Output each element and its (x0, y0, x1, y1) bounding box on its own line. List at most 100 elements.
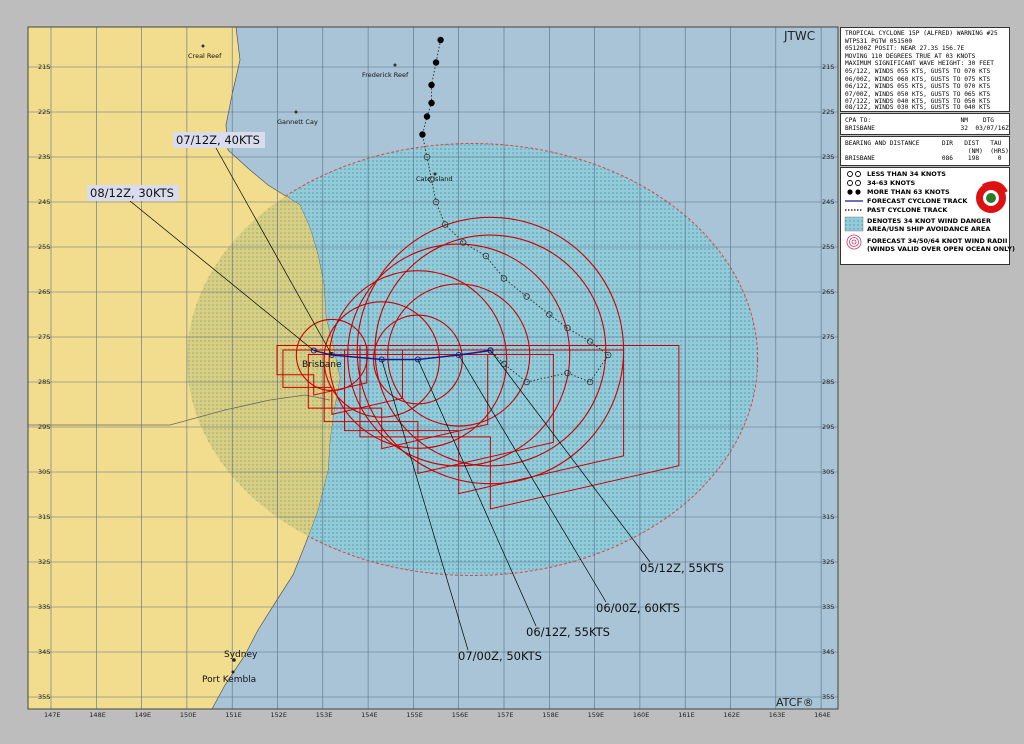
less-than-34-icon (847, 171, 853, 177)
lon-tick-label: 161E (678, 711, 695, 719)
lat-tick-label-right: 23S (822, 153, 834, 161)
lat-tick-label-left: 24S (38, 198, 50, 206)
lat-tick-label-left: 26S (38, 288, 50, 296)
lat-tick-label-right: 27S (822, 333, 834, 341)
tropical-cyclone-warning-map: 147E 148E 149E 150E 151E 152E 153E 154E 155E 156E… (0, 0, 1024, 740)
agency-label: JTWC (783, 29, 815, 43)
legend-wind-radii-1: FORECAST 34/50/64 KNOT WIND RADII (867, 237, 1008, 245)
legend-forecast-track: FORECAST CYCLONE TRACK (867, 197, 968, 205)
lon-tick-label: 155E (406, 711, 423, 719)
lat-tick-label-right: 26S (822, 288, 834, 296)
lat-tick-label-left: 31S (38, 513, 50, 521)
lat-tick-label-left: 22S (38, 108, 50, 116)
forecast-label: 07/12Z, 40KTS (176, 133, 260, 147)
place-port-kembla: Port Kembla (202, 675, 256, 685)
warning-line-2: 051200Z POSIT: NEAR 27.3S 156.7E (845, 45, 965, 53)
past-track-point-64kt (428, 81, 435, 89)
bearing-box: BEARING AND DISTANCE DIR DIST TAU (NM) (… (840, 136, 1010, 166)
past-track-point-64kt (428, 99, 435, 107)
warning-line-7: 06/12Z, WINDS 055 KTS, GUSTS TO 070 KTS (845, 83, 991, 91)
lat-tick-label-left: 30S (38, 468, 50, 476)
warning-title: TROPICAL CYCLONE 15P (ALFRED) WARNING #2… (845, 30, 998, 37)
legend-box: LESS THAN 34 KNOTS 34-63 KNOTS MORE THAN… (840, 167, 1015, 265)
legend-danger-area-1: DENOTES 34 KNOT WIND DANGER (867, 217, 991, 225)
warning-line-5: 05/12Z, WINDS 055 KTS, GUSTS TO 070 KTS (845, 68, 991, 75)
warning-text-box: TROPICAL CYCLONE 15P (ALFRED) WARNING #2… (840, 27, 1010, 112)
lat-tick-label-left: 29S (38, 423, 50, 431)
lon-tick-label: 150E (180, 711, 197, 719)
lon-tick-label: 164E (814, 711, 831, 719)
forecast-label: 07/00Z, 50KTS (458, 649, 542, 663)
legend-34-63: 34-63 KNOTS (867, 179, 916, 187)
lon-tick-label: 153E (316, 711, 333, 719)
legend-wind-radii-2: (WINDS VALID OVER OPEN OCEAN ONLY) (867, 245, 1015, 253)
lat-tick-label-left: 28S (38, 378, 50, 386)
warning-line-4: MAXIMUM SIGNIFICANT WAVE HEIGHT: 30 FEET (845, 60, 995, 68)
place-sydney: Sydney (224, 650, 258, 660)
bearing-units: (NM) (HRS) (845, 147, 1009, 155)
bearing-header: BEARING AND DISTANCE DIR DIST TAU (845, 140, 1002, 147)
cpa-row: BRISBANE 32 03/07/16Z (845, 125, 1009, 132)
legend-past-track: PAST CYCLONE TRACK (867, 206, 948, 214)
34-63-knots-icon (847, 180, 853, 186)
forecast-label: 06/00Z, 60KTS (596, 601, 680, 615)
place-creal-reef: Creal Reef (188, 52, 222, 60)
lon-tick-label: 148E (89, 711, 106, 719)
lat-tick-label-right: 21S (822, 63, 834, 71)
gannett-cay-marker (294, 110, 298, 114)
lon-tick-label: 147E (44, 711, 61, 719)
lat-tick-label-right: 28S (822, 378, 834, 386)
lon-tick-label: 162E (724, 711, 741, 719)
past-track-point-64kt (437, 36, 444, 44)
jtwc-logo-icon (976, 181, 1008, 213)
lon-tick-label: 149E (135, 711, 152, 719)
lon-tick-label: 159E (588, 711, 605, 719)
cpa-box: CPA TO: NM DTG BRISBANE 32 03/07/16Z (840, 113, 1010, 135)
forecast-label: 06/12Z, 55KTS (526, 625, 610, 639)
lat-tick-label-left: 35S (38, 693, 50, 701)
lon-tick-label: 156E (452, 711, 469, 719)
legend-danger-area-2: AREA/USN SHIP AVOIDANCE AREA (867, 225, 991, 233)
bearing-row: BRISBANE 086 198 0 (845, 155, 1002, 162)
lat-tick-label-right: 25S (822, 243, 834, 251)
lon-tick-label: 160E (633, 711, 650, 719)
lon-tick-label: 157E (497, 711, 514, 719)
legend-less-than-34: LESS THAN 34 KNOTS (867, 170, 946, 178)
lat-tick-label-left: 34S (38, 648, 50, 656)
lon-tick-label: 163E (769, 711, 786, 719)
frederick-reef-marker (393, 63, 397, 67)
place-gannett-cay: Gannett Cay (277, 118, 318, 126)
more-than-63-icon (847, 189, 853, 195)
creal-reef-marker (201, 44, 205, 48)
lon-tick-label: 154E (361, 711, 378, 719)
lat-tick-label-right: 35S (822, 693, 834, 701)
lon-tick-label: 158E (542, 711, 559, 719)
cpa-header: CPA TO: NM DTG (845, 117, 995, 124)
lat-tick-label-right: 34S (822, 648, 834, 656)
warning-line-1: WTPS31 PGTW 051500 (845, 37, 913, 45)
lat-tick-label-right: 33S (822, 603, 834, 611)
place-frederick-reef: Frederick Reef (362, 71, 409, 79)
lat-tick-label-left: 32S (38, 558, 50, 566)
forecast-label: 05/12Z, 55KTS (640, 561, 724, 575)
lat-tick-label-right: 29S (822, 423, 834, 431)
lat-tick-label-left: 21S (38, 63, 50, 71)
source-label: ATCF® (776, 696, 814, 709)
warning-line-8: 07/00Z, WINDS 050 KTS, GUSTS TO 065 KTS (845, 90, 991, 98)
warning-line-3: MOVING 110 DEGREES TRUE AT 03 KNOTS (845, 52, 976, 60)
place-brisbane: Brisbane (302, 360, 342, 370)
place-cato-island: Cato Island (416, 175, 452, 183)
wind-radii-icon (846, 234, 862, 250)
legend-more-than-63: MORE THAN 63 KNOTS (867, 188, 950, 196)
forecast-label: 08/12Z, 30KTS (90, 186, 174, 200)
warning-line-10: 08/12Z, WINDS 030 KTS, GUSTS TO 040 KTS (845, 104, 991, 111)
port-kembla-marker (231, 670, 235, 674)
lat-tick-label-right: 30S (822, 468, 834, 476)
lat-tick-label-right: 32S (822, 558, 834, 566)
lat-tick-label-right: 24S (822, 198, 834, 206)
past-track-point-64kt (423, 113, 431, 120)
past-track-point-64kt (419, 131, 426, 138)
lon-tick-label: 151E (225, 711, 242, 719)
danger-area-swatch-icon (844, 216, 864, 232)
lat-tick-label-left: 23S (38, 153, 50, 161)
